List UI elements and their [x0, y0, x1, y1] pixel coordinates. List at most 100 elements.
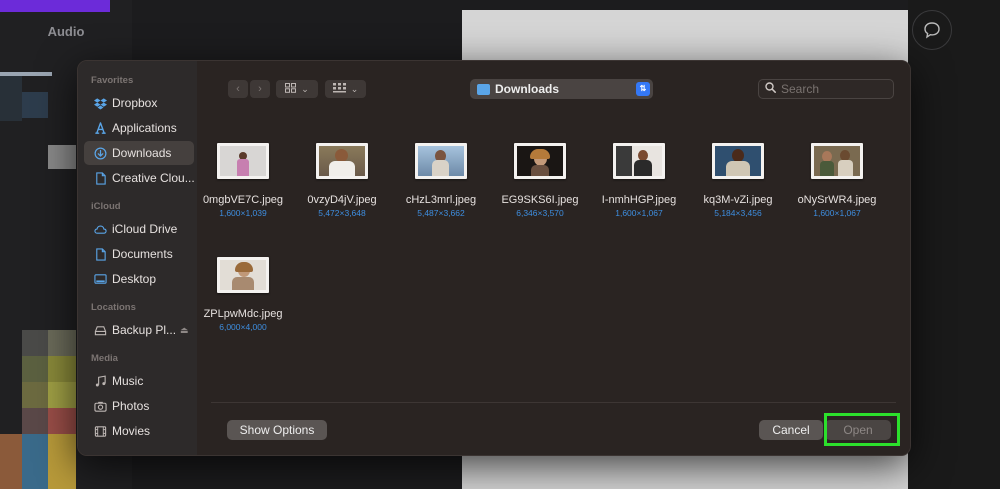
dialog-main: ‹ › ⌄ ⌄ Downloads ⇅ Search 0mgbVE7C.jpeg…: [197, 61, 910, 455]
background-right-panel: [908, 0, 1000, 489]
sidebar-item-label: Desktop: [112, 272, 157, 286]
background-tile: [22, 408, 48, 434]
sidebar-item-icloud-drive[interactable]: iCloud Drive: [84, 217, 194, 241]
cancel-button[interactable]: Cancel: [759, 420, 823, 440]
file-thumbnail: [514, 143, 566, 179]
sidebar-item-photos[interactable]: Photos: [84, 394, 194, 418]
sidebar-item-music[interactable]: Music: [84, 369, 194, 393]
sidebar-item-label: Creative Clou...: [112, 171, 194, 185]
background-tile: [48, 434, 76, 489]
background-tile: [22, 92, 48, 118]
sidebar-item-creative-cloud[interactable]: Creative Clou...: [84, 166, 194, 190]
updown-chevron-icon: ⇅: [636, 82, 650, 96]
background-tile: [22, 330, 48, 356]
file-dimensions: 6,000×4,000: [219, 322, 267, 332]
sidebar-section-favorites: Favorites: [91, 75, 134, 86]
open-file-dialog: Favorites Dropbox Applications Downloads…: [77, 60, 911, 456]
sidebar-section-locations: Locations: [91, 302, 136, 313]
group-by-button[interactable]: ⌄: [325, 80, 366, 98]
dialog-toolbar: ‹ › ⌄ ⌄ Downloads ⇅: [197, 61, 910, 107]
document-icon: [93, 171, 107, 185]
open-button-highlight: [824, 413, 900, 446]
file-dimensions: 6,346×3,570: [516, 208, 564, 218]
film-icon: [93, 424, 107, 438]
file-item[interactable]: cHzL3mrl.jpeg 5,487×3,662: [393, 143, 489, 218]
show-options-button[interactable]: Show Options: [227, 420, 327, 440]
search-box[interactable]: [758, 79, 894, 99]
sidebar-item-label: Documents: [112, 247, 173, 261]
desktop-icon: [93, 272, 107, 286]
file-dimensions: 1,600×1,067: [813, 208, 861, 218]
file-name: 0mgbVE7C.jpeg: [202, 194, 284, 206]
background-tile: [22, 356, 48, 382]
file-thumbnail: [613, 143, 665, 179]
background-tile: [48, 382, 76, 408]
sidebar-item-label: Downloads: [112, 146, 172, 160]
background-tile: [0, 434, 22, 489]
sidebar-item-label: iCloud Drive: [112, 222, 178, 236]
footer-divider: [211, 402, 896, 403]
chevron-down-icon: ⌄: [350, 83, 359, 94]
file-thumbnail: [811, 143, 863, 179]
background-tile: [48, 330, 76, 356]
background-accent-bar: [0, 0, 110, 12]
sidebar-item-backup-drive[interactable]: Backup Pl... ⏏: [84, 318, 194, 342]
chevron-down-icon: ⌄: [301, 83, 309, 94]
file-name: EG9SKS6I.jpeg: [501, 194, 579, 206]
sidebar-section-icloud: iCloud: [91, 201, 121, 212]
file-dimensions: 5,184×3,456: [714, 208, 762, 218]
search-input[interactable]: [781, 82, 881, 96]
view-mode-button[interactable]: ⌄: [276, 80, 318, 98]
back-button[interactable]: ‹: [228, 80, 248, 98]
sidebar-item-label: Dropbox: [112, 96, 158, 110]
file-name: oNySrWR4.jpeg: [797, 194, 877, 206]
forward-button[interactable]: ›: [250, 80, 270, 98]
dialog-sidebar: Favorites Dropbox Applications Downloads…: [78, 61, 197, 455]
drive-icon: [93, 323, 107, 337]
location-select[interactable]: Downloads ⇅: [470, 79, 653, 99]
file-thumbnail: [712, 143, 764, 179]
file-name: ZPLpwMdc.jpeg: [203, 308, 283, 320]
camera-icon: [93, 399, 107, 413]
file-thumbnail: [217, 143, 269, 179]
file-dimensions: 5,487×3,662: [417, 208, 465, 218]
background-tile: [22, 382, 48, 408]
sidebar-item-movies[interactable]: Movies: [84, 419, 194, 443]
sidebar-item-applications[interactable]: Applications: [84, 116, 194, 140]
chevron-right-icon: ›: [258, 83, 262, 95]
sidebar-item-label: Backup Pl...: [112, 323, 177, 337]
file-item[interactable]: ZPLpwMdc.jpeg 6,000×4,000: [195, 257, 291, 332]
sidebar-item-label: Photos: [112, 399, 150, 413]
icon-grid-icon: [285, 83, 297, 95]
file-item[interactable]: 0mgbVE7C.jpeg 1,600×1,039: [195, 143, 291, 218]
file-name: 0vzyD4jV.jpeg: [307, 194, 377, 206]
background-tile: [48, 408, 76, 434]
sidebar-item-label: Music: [112, 374, 144, 388]
applications-icon: [93, 121, 107, 135]
eject-icon[interactable]: ⏏: [180, 325, 189, 336]
sidebar-section-media: Media: [91, 353, 118, 364]
music-icon: [93, 374, 107, 388]
sidebar-item-documents[interactable]: Documents: [84, 242, 194, 266]
background-tile: [0, 76, 22, 121]
downloads-icon: [93, 146, 107, 160]
file-thumbnail: [316, 143, 368, 179]
dropbox-icon: [93, 96, 107, 110]
file-item[interactable]: I-nmhHGP.jpeg 1,600×1,067: [591, 143, 687, 218]
folder-icon: [477, 83, 490, 95]
file-item[interactable]: oNySrWR4.jpeg 1,600×1,067: [789, 143, 885, 218]
file-thumbnail: [217, 257, 269, 293]
file-name: kq3M-vZi.jpeg: [703, 194, 773, 206]
sidebar-item-desktop[interactable]: Desktop: [84, 267, 194, 291]
sidebar-item-dropbox[interactable]: Dropbox: [84, 91, 194, 115]
sidebar-item-downloads[interactable]: Downloads: [84, 141, 194, 165]
file-item[interactable]: 0vzyD4jV.jpeg 5,472×3,648: [294, 143, 390, 218]
chevron-left-icon: ‹: [236, 83, 240, 95]
file-item[interactable]: kq3M-vZi.jpeg 5,184×3,456: [690, 143, 786, 218]
file-name: cHzL3mrl.jpeg: [405, 194, 477, 206]
background-tile: [48, 356, 76, 382]
comment-icon[interactable]: [912, 10, 952, 50]
background-tile: [22, 434, 48, 489]
group-grid-icon: [332, 83, 346, 95]
file-item[interactable]: EG9SKS6I.jpeg 6,346×3,570: [492, 143, 588, 218]
